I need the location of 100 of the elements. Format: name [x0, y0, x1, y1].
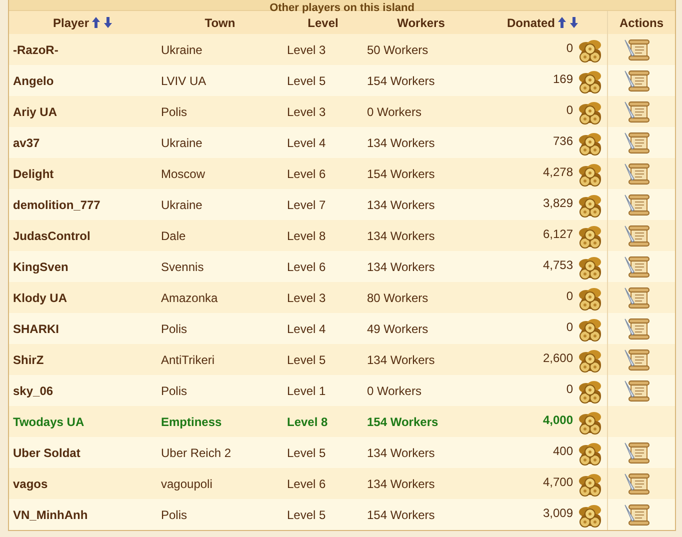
level-text: Level 3 — [287, 104, 326, 118]
scroll-quill-icon[interactable] — [622, 378, 650, 402]
column-header: Actions — [619, 16, 664, 30]
town-name: Polis — [161, 104, 188, 118]
scroll-quill-icon[interactable] — [622, 38, 650, 62]
level-text: Level 8 — [287, 414, 328, 428]
donated-amount: 0 — [566, 320, 573, 334]
workers-count: 0 Workers — [367, 104, 422, 118]
town-name: Ukraine — [161, 198, 202, 212]
donated-amount: 3,009 — [542, 506, 573, 520]
workers-count: 0 Workers — [367, 384, 422, 398]
scroll-quill-icon[interactable] — [622, 316, 650, 340]
workers-count: 49 Workers — [367, 322, 428, 336]
level-text: Level 4 — [287, 136, 326, 150]
column-header: Donated — [507, 16, 555, 30]
donated-amount: 0 — [566, 382, 573, 396]
town-name: Ukraine — [161, 136, 202, 150]
scroll-quill-icon[interactable] — [622, 68, 650, 92]
player-name[interactable]: Klody UA — [13, 290, 67, 304]
sort-up-icon[interactable] — [557, 16, 567, 30]
donated-amount: 0 — [566, 288, 573, 302]
town-name: Polis — [161, 508, 188, 522]
donated-amount: 4,700 — [542, 474, 573, 488]
donated-amount: 0 — [566, 102, 573, 116]
level-text: Level 4 — [287, 322, 326, 336]
player-name[interactable]: -RazoR- — [13, 42, 58, 56]
donated-amount: 4,000 — [542, 412, 573, 426]
player-name[interactable]: Angelo — [13, 74, 54, 88]
workers-count: 134 Workers — [367, 352, 435, 366]
scroll-quill-icon[interactable] — [622, 192, 650, 216]
level-text: Level 8 — [287, 228, 326, 242]
donated-amount: 6,127 — [542, 226, 573, 240]
workers-count: 134 Workers — [367, 476, 435, 490]
workers-count: 134 Workers — [367, 198, 435, 212]
workers-count: 50 Workers — [367, 42, 428, 56]
scroll-quill-icon[interactable] — [622, 254, 650, 278]
level-text: Level 6 — [287, 260, 326, 274]
donated-amount: 400 — [552, 444, 573, 458]
player-name[interactable]: KingSven — [13, 260, 68, 274]
workers-count: 134 Workers — [367, 228, 435, 242]
level-text: Level 5 — [287, 352, 326, 366]
scroll-quill-icon[interactable] — [622, 224, 650, 248]
workers-count: 80 Workers — [367, 290, 428, 304]
workers-count: 154 Workers — [367, 508, 435, 522]
donated-amount: 2,600 — [542, 350, 573, 364]
player-name[interactable]: vagos — [13, 476, 48, 490]
player-name[interactable]: ShirZ — [13, 352, 44, 366]
donated-amount: 169 — [552, 72, 573, 86]
workers-count: 154 Workers — [367, 414, 438, 428]
level-text: Level 1 — [287, 384, 326, 398]
level-text: Level 7 — [287, 198, 326, 212]
level-text: Level 5 — [287, 508, 326, 522]
workers-count: 154 Workers — [367, 74, 435, 88]
donated-amount: 0 — [566, 40, 573, 54]
sort-down-icon[interactable] — [569, 16, 579, 30]
donated-amount: 4,278 — [542, 164, 573, 178]
player-name[interactable]: av37 — [13, 136, 40, 150]
player-name[interactable]: sky_06 — [13, 384, 54, 398]
level-text: Level 3 — [287, 290, 326, 304]
town-name: Amazonka — [161, 290, 218, 304]
player-name[interactable]: Twodays UA — [13, 414, 84, 428]
town-name: Dale — [161, 228, 186, 242]
town-name: AntiTrikeri — [161, 352, 215, 366]
scroll-quill-icon[interactable] — [622, 472, 650, 496]
scroll-quill-icon[interactable] — [622, 130, 650, 154]
scroll-quill-icon[interactable] — [622, 100, 650, 124]
town-name: Uber Reich 2 — [161, 446, 232, 460]
town-name: LVIV UA — [161, 74, 206, 88]
scroll-quill-icon[interactable] — [622, 502, 650, 526]
player-name[interactable]: Delight — [13, 166, 54, 180]
workers-count: 134 Workers — [367, 136, 435, 150]
column-header: Player — [52, 16, 90, 30]
scroll-quill-icon[interactable] — [622, 162, 650, 186]
scroll-quill-icon[interactable] — [622, 348, 650, 372]
town-name: Ukraine — [161, 42, 202, 56]
level-text: Level 5 — [287, 446, 326, 460]
town-name: vagoupoli — [161, 476, 212, 490]
level-text: Level 6 — [287, 476, 326, 490]
column-header: Level — [308, 16, 338, 30]
town-name: Polis — [161, 384, 188, 398]
scroll-quill-icon[interactable] — [622, 440, 650, 464]
workers-count: 134 Workers — [367, 260, 435, 274]
donated-amount: 736 — [552, 134, 573, 148]
town-name: Moscow — [161, 166, 206, 180]
sort-up-icon[interactable] — [91, 16, 102, 30]
player-name[interactable]: Ariy UA — [13, 104, 58, 118]
column-header: Workers — [397, 16, 445, 30]
player-name[interactable]: SHARKI — [13, 322, 60, 336]
workers-count: 134 Workers — [367, 446, 435, 460]
level-text: Level 5 — [287, 74, 326, 88]
workers-count: 154 Workers — [367, 166, 435, 180]
column-header: Town — [204, 16, 236, 30]
town-name: Emptiness — [161, 414, 222, 428]
scroll-quill-icon[interactable] — [622, 286, 650, 310]
town-name: Svennis — [161, 260, 204, 274]
player-name[interactable]: JudasControl — [13, 228, 90, 242]
panel-title: Other players on this island — [270, 3, 414, 13]
donated-amount: 3,829 — [542, 196, 573, 210]
town-name: Polis — [161, 322, 188, 336]
sort-down-icon[interactable] — [103, 16, 114, 30]
